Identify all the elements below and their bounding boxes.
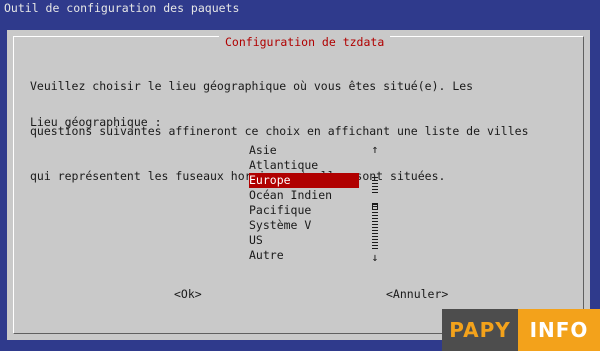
message-line: Veuillez choisir le lieu géographique où… — [30, 79, 474, 93]
list-item-ocean-indien[interactable]: Océan Indien — [249, 188, 359, 203]
watermark-logo: PAPY INFO — [442, 309, 600, 351]
watermark-left: PAPY — [442, 309, 518, 351]
ok-button[interactable]: <Ok> — [174, 287, 202, 302]
list-item-autre[interactable]: Autre — [249, 248, 359, 263]
list-scrollbar[interactable]: ↑ ↓ — [370, 143, 380, 263]
geographic-area-label: Lieu géographique : — [30, 115, 162, 129]
scroll-down-icon[interactable]: ↓ — [370, 251, 380, 263]
dialog-title: Configuration de tzdata — [219, 35, 391, 49]
scrollbar-track-bottom — [372, 203, 378, 251]
list-item-systeme-v[interactable]: Système V — [249, 218, 359, 233]
scrollbar-track-top — [372, 177, 378, 193]
list-item-asie[interactable]: Asie — [249, 143, 359, 158]
app-title: Outil de configuration des paquets — [4, 1, 240, 15]
cancel-button[interactable]: <Annuler> — [386, 287, 448, 302]
list-item-pacifique[interactable]: Pacifique — [249, 203, 359, 218]
tzdata-dialog: Configuration de tzdata Veuillez choisir… — [7, 30, 590, 340]
list-item-atlantique[interactable]: Atlantique — [249, 158, 359, 173]
geographic-area-list[interactable]: Asie Atlantique Europe Océan Indien Paci… — [249, 143, 359, 263]
dialog-frame: Configuration de tzdata Veuillez choisir… — [13, 35, 584, 334]
list-item-europe[interactable]: Europe — [249, 173, 359, 188]
list-item-us[interactable]: US — [249, 233, 359, 248]
scroll-up-icon[interactable]: ↑ — [370, 143, 380, 155]
watermark-right: INFO — [518, 309, 600, 351]
